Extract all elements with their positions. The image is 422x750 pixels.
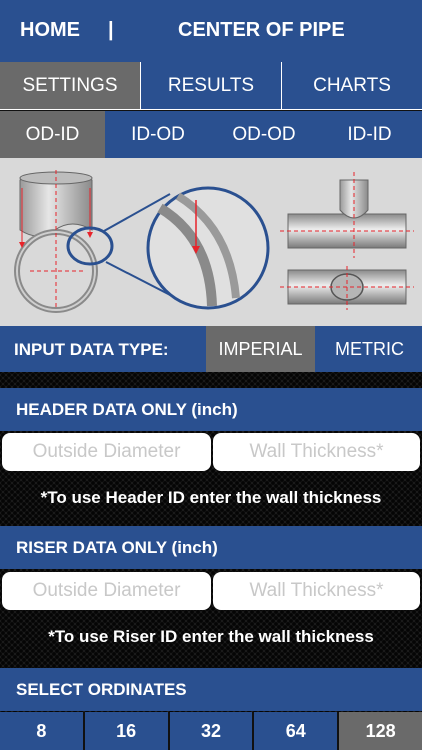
mode-id-id[interactable]: ID-ID bbox=[317, 111, 422, 158]
riser-data-title: RISER DATA ONLY (inch) bbox=[16, 538, 218, 557]
ordinate-16[interactable]: 16 bbox=[82, 712, 168, 750]
header-outside-diameter-input[interactable] bbox=[2, 433, 211, 471]
riser-outside-diameter-input[interactable] bbox=[2, 572, 211, 610]
header-data-section: HEADER DATA ONLY (inch) bbox=[0, 388, 422, 431]
ordinates-section: SELECT ORDINATES bbox=[0, 668, 422, 711]
input-data-type-bar: INPUT DATA TYPE: IMPERIAL METRIC bbox=[0, 326, 422, 372]
ordinate-8[interactable]: 8 bbox=[0, 712, 83, 750]
ordinates-title: SELECT ORDINATES bbox=[16, 680, 187, 699]
ordinates-options: 8 16 32 64 128 bbox=[0, 712, 422, 750]
mode-od-id[interactable]: OD-ID bbox=[0, 111, 105, 158]
riser-data-section: RISER DATA ONLY (inch) bbox=[0, 526, 422, 569]
tab-results[interactable]: RESULTS bbox=[140, 62, 281, 110]
ordinate-32[interactable]: 32 bbox=[167, 712, 253, 750]
page-title: CENTER OF PIPE bbox=[178, 19, 345, 41]
mode-tabs: OD-ID ID-OD OD-OD ID-ID bbox=[0, 111, 422, 158]
header-note: *To use Header ID enter the wall thickne… bbox=[40, 488, 382, 507]
ordinate-64[interactable]: 64 bbox=[252, 712, 338, 750]
pipe-diagram bbox=[0, 158, 422, 326]
ordinate-128[interactable]: 128 bbox=[337, 712, 422, 750]
mode-id-od[interactable]: ID-OD bbox=[105, 111, 211, 158]
header-data-title: HEADER DATA ONLY (inch) bbox=[16, 400, 238, 419]
home-button[interactable]: HOME bbox=[20, 19, 80, 42]
top-nav-bar: HOME | CENTER OF PIPE bbox=[0, 0, 422, 62]
metric-option[interactable]: METRIC bbox=[317, 326, 422, 372]
pipe-diagram-illustration bbox=[14, 170, 414, 313]
tab-charts[interactable]: CHARTS bbox=[281, 62, 422, 110]
nav-separator: | bbox=[108, 19, 114, 41]
main-tabs: SETTINGS RESULTS CHARTS bbox=[0, 62, 422, 110]
header-wall-thickness-input[interactable] bbox=[213, 433, 420, 471]
riser-wall-thickness-input[interactable] bbox=[213, 572, 420, 610]
tab-settings[interactable]: SETTINGS bbox=[0, 62, 140, 110]
input-data-type-label: INPUT DATA TYPE: bbox=[14, 340, 169, 359]
riser-note: *To use Riser ID enter the wall thicknes… bbox=[48, 627, 374, 646]
imperial-option[interactable]: IMPERIAL bbox=[206, 326, 315, 372]
mode-od-od[interactable]: OD-OD bbox=[211, 111, 317, 158]
